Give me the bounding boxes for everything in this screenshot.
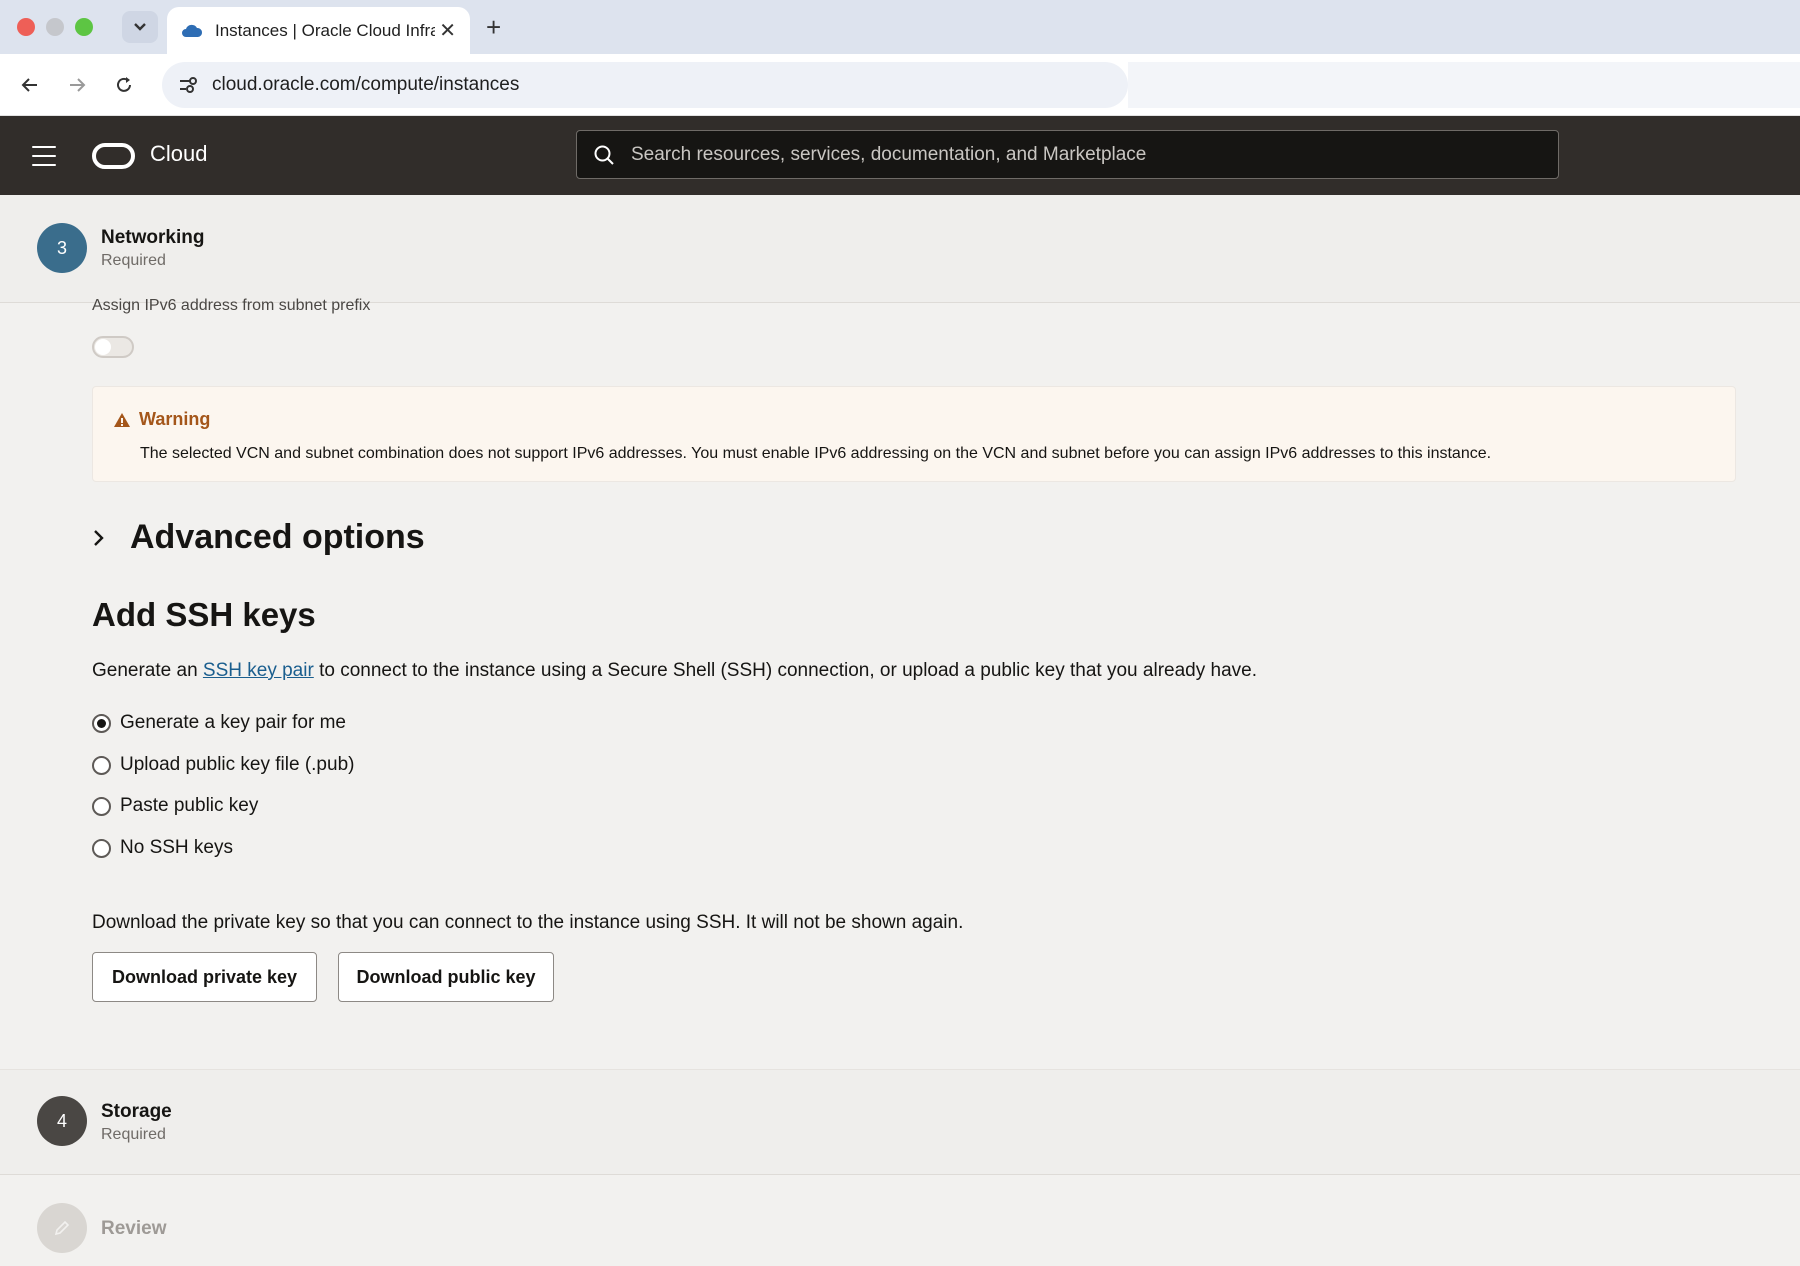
tab-search-button[interactable] <box>122 11 158 43</box>
ssh-description: Generate an SSH key pair to connect to t… <box>92 660 1257 682</box>
forward-button[interactable] <box>62 70 92 100</box>
step-number-badge: 3 <box>37 223 87 273</box>
brand-label: Cloud <box>150 141 208 166</box>
new-tab-button[interactable]: + <box>486 12 501 42</box>
url-text: cloud.oracle.com/compute/instances <box>212 74 520 95</box>
ipv6-label: Assign IPv6 address from subnet prefix <box>92 297 371 314</box>
step-review-title[interactable]: Review <box>101 1218 166 1240</box>
arrow-left-icon <box>21 78 37 92</box>
step-number-badge: 4 <box>37 1096 87 1146</box>
browser-toolbar: cloud.oracle.com/compute/instances <box>0 54 1800 116</box>
step-networking[interactable]: 3 Networking Required <box>0 195 1800 303</box>
toolbar-extension-area <box>1128 62 1800 108</box>
browser-tab-bar: Instances | Oracle Cloud Infra ✕ + <box>0 0 1800 54</box>
step-title: Storage <box>101 1101 172 1122</box>
radio-paste-public-key[interactable]: Paste public key <box>92 795 258 817</box>
window-maximize-button[interactable] <box>75 18 93 36</box>
step-title: Networking <box>101 227 205 248</box>
radio-label: Paste public key <box>120 795 259 816</box>
ssh-key-pair-link[interactable]: SSH key pair <box>203 660 314 681</box>
download-public-key-button[interactable]: Download public key <box>338 952 554 1002</box>
close-tab-icon[interactable]: ✕ <box>439 18 456 43</box>
radio-no-ssh-keys[interactable]: No SSH keys <box>92 837 233 859</box>
download-description: Download the private key so that you can… <box>92 912 964 933</box>
search-placeholder: Search resources, services, documentatio… <box>631 143 1147 165</box>
site-settings-icon[interactable] <box>178 76 198 94</box>
download-private-key-button[interactable]: Download private key <box>92 952 317 1002</box>
browser-tab[interactable]: Instances | Oracle Cloud Infra ✕ <box>167 7 470 54</box>
search-input[interactable]: Search resources, services, documentatio… <box>576 130 1559 179</box>
step-status: Required <box>101 252 166 269</box>
advanced-options-toggle[interactable]: Advanced options <box>92 518 425 557</box>
step-status: Required <box>101 1126 166 1143</box>
cloud-icon <box>182 24 203 37</box>
arrow-right-icon <box>70 78 86 92</box>
window-close-button[interactable] <box>17 18 35 36</box>
reload-button[interactable] <box>109 70 139 100</box>
radio-button[interactable] <box>92 713 111 733</box>
radio-generate-key-pair[interactable]: Generate a key pair for me <box>92 712 346 734</box>
step-storage[interactable]: 4 Storage Required <box>0 1069 1800 1175</box>
chevron-down-icon <box>134 23 146 31</box>
address-bar[interactable]: cloud.oracle.com/compute/instances <box>162 62 1128 108</box>
ipv6-warning-banner: Warning The selected VCN and subnet comb… <box>92 386 1736 482</box>
chevron-right-icon <box>94 529 104 546</box>
warning-icon <box>114 412 130 427</box>
ssh-desc-prefix: Generate an <box>92 660 203 681</box>
tab-title: Instances | Oracle Cloud Infra <box>215 20 435 40</box>
radio-button[interactable] <box>92 755 111 775</box>
pencil-icon <box>54 1220 70 1236</box>
ssh-desc-suffix: to connect to the instance using a Secur… <box>313 660 1257 681</box>
ipv6-toggle[interactable] <box>92 336 134 358</box>
window-minimize-button[interactable] <box>46 18 64 36</box>
oracle-logo-icon[interactable] <box>92 143 135 169</box>
radio-upload-public-key[interactable]: Upload public key file (.pub) <box>92 754 354 776</box>
ssh-section-title: Add SSH keys <box>92 596 316 633</box>
menu-icon[interactable] <box>32 146 56 166</box>
radio-button[interactable] <box>92 838 111 858</box>
search-icon <box>594 145 614 165</box>
radio-label: No SSH keys <box>120 837 233 858</box>
radio-label: Generate a key pair for me <box>120 712 346 733</box>
radio-label: Upload public key file (.pub) <box>120 754 355 775</box>
warning-text: The selected VCN and subnet combination … <box>140 445 1492 462</box>
advanced-options-label: Advanced options <box>130 518 425 556</box>
oci-header: Cloud Search resources, services, docume… <box>0 116 1800 195</box>
step-review-badge[interactable] <box>37 1203 87 1253</box>
reload-icon <box>117 77 131 92</box>
radio-button[interactable] <box>92 796 111 816</box>
warning-title: Warning <box>139 409 211 429</box>
back-button[interactable] <box>15 70 45 100</box>
